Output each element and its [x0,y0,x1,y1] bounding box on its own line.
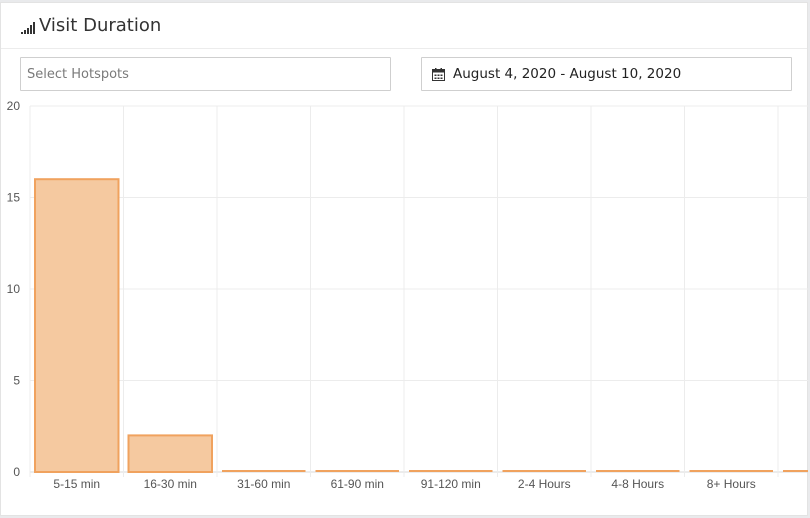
x-tick-label: 8+ Hours [707,477,756,491]
select-hotspots-input[interactable] [20,57,391,91]
visit-duration-chart: 0 5 10 15 20 5-15 min 16-30 min 31-60 min 61-90 … [0,96,810,496]
card-title: Visit Duration [39,15,162,36]
x-tick-label: 16-30 min [144,477,197,491]
y-tick-label: 10 [7,282,21,296]
card-header: Visit Duration [1,3,807,49]
y-tick-label: 5 [13,374,20,388]
bar-chart-svg: 0 5 10 15 20 5-15 min 16-30 min 31-60 min 61-90 … [7,99,808,491]
y-tick-label: 0 [13,465,20,479]
date-range-text: August 4, 2020 - August 10, 2020 [453,66,682,82]
date-range-picker[interactable]: August 4, 2020 - August 10, 2020 [421,57,792,91]
x-tick-label: 4-8 Hours [611,477,664,491]
y-tick-label: 20 [7,99,21,113]
x-tick-label: 2-4 Hours [518,477,571,491]
bar [127,434,213,473]
x-tick-label: 61-90 min [331,477,384,491]
bar [34,178,120,473]
x-tick-label: 91-120 min [421,477,481,491]
x-tick-label: 31-60 min [237,477,290,491]
calendar-icon [432,68,445,81]
x-tick-label: 5-15 min [53,477,100,491]
signal-bars-icon [21,22,35,34]
y-tick-label: 15 [7,191,21,205]
